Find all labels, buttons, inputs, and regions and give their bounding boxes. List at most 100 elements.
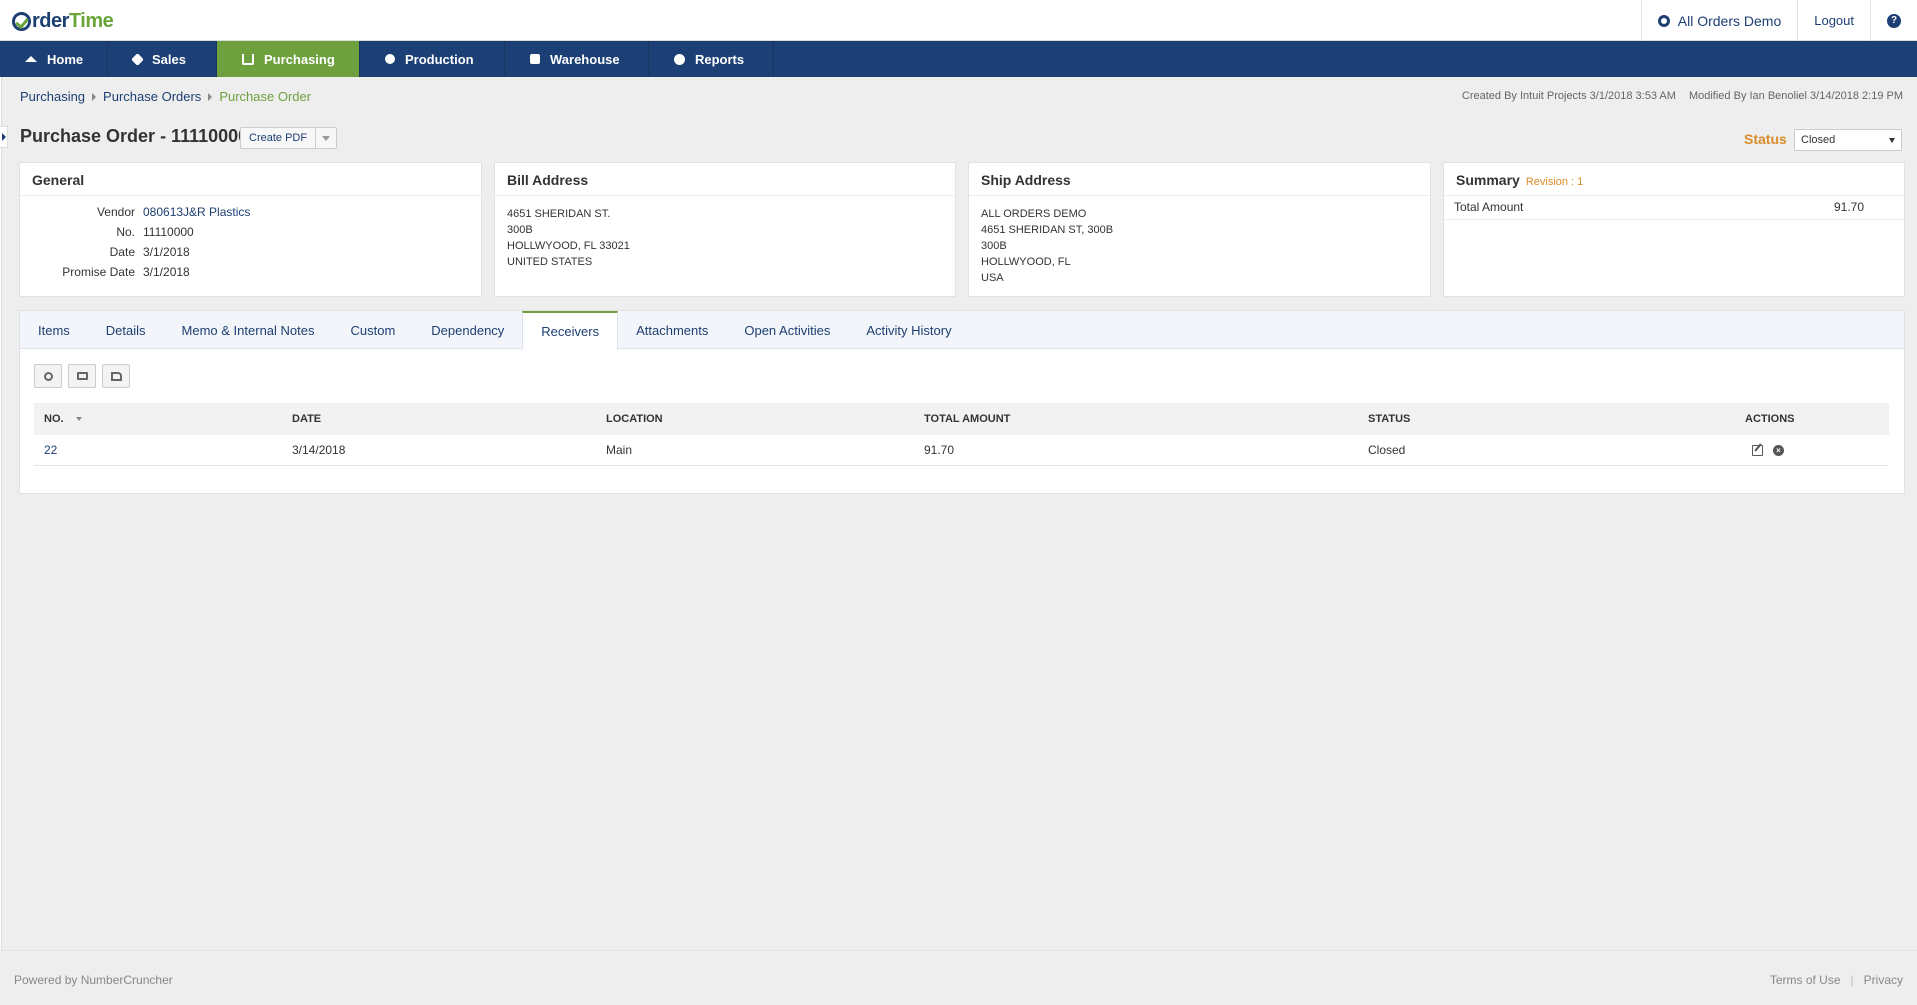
gear-icon (1657, 14, 1670, 27)
nav-reports-label: Reports (695, 51, 745, 67)
table-row: 22 3/14/2018 Main 91.70 Closed × (34, 435, 1889, 466)
col-no[interactable]: NO. (44, 413, 82, 425)
grid-settings-button[interactable] (34, 364, 62, 388)
tab-details[interactable]: Details (88, 311, 164, 349)
col-location[interactable]: LOCATION (606, 413, 663, 425)
ship-address-line: 300B (981, 240, 1007, 252)
tab-custom[interactable]: Custom (333, 311, 414, 349)
receivers-grid: NO. DATE LOCATION TOTAL AMOUNT STATUS AC… (34, 403, 1889, 466)
privacy-link[interactable]: Privacy (1864, 973, 1903, 987)
terms-link[interactable]: Terms of Use (1770, 973, 1841, 987)
summary-heading: Summary Revision : 1 (1444, 163, 1904, 196)
summary-card: Summary Revision : 1 Total Amount 91.70 (1443, 162, 1905, 297)
col-status[interactable]: STATUS (1368, 413, 1410, 425)
ordertime-logo[interactable]: rder Time (12, 10, 114, 33)
grid-print-button[interactable] (68, 364, 96, 388)
nav-sales-label: Sales (152, 51, 186, 67)
bill-address-line: UNITED STATES (507, 256, 593, 268)
page-title: Purchase Order - 11110000 (20, 126, 249, 146)
help-icon: ? (1887, 13, 1901, 28)
nav-production[interactable]: Production (360, 41, 505, 77)
tag-icon (131, 52, 144, 66)
vendor-link[interactable]: 080613J&R Plastics (143, 202, 250, 222)
status-select[interactable]: Closed (1794, 129, 1902, 151)
created-by: Created By Intuit Projects 3/1/2018 3:53… (1461, 90, 1676, 102)
footer-separator: | (1850, 973, 1854, 987)
general-heading: General (20, 163, 481, 196)
summary-title: Summary (1456, 172, 1520, 188)
nav-warehouse-label: Warehouse (550, 51, 620, 67)
status-select-value: Closed (1801, 134, 1836, 146)
date-value: 3/1/2018 (143, 245, 190, 259)
pie-chart-icon (674, 53, 685, 65)
tab-attachments[interactable]: Attachments (618, 311, 726, 349)
chevron-down-icon (322, 135, 331, 141)
logout-link[interactable]: Logout (1797, 0, 1870, 41)
tab-panel: Items Details Memo & Internal Notes Cust… (19, 310, 1905, 494)
general-card: General Vendor 080613J&R Plastics No. 1111… (19, 162, 482, 297)
nav-home[interactable]: Home (0, 41, 108, 77)
ship-address-line: 4651 SHERIDAN ST, 300B (981, 224, 1114, 236)
breadcrumb-purchasing[interactable]: Purchasing (20, 89, 85, 104)
gears-icon (385, 54, 395, 64)
chevron-right-icon (92, 92, 97, 101)
logo-time-text: Time (68, 10, 114, 32)
create-pdf-button[interactable]: Create PDF (241, 128, 317, 148)
tab-dependency[interactable]: Dependency (413, 311, 522, 349)
nav-warehouse[interactable]: Warehouse (505, 41, 649, 77)
nav-sales[interactable]: Sales (108, 41, 217, 77)
nav-home-label: Home (47, 51, 84, 67)
nav-purchasing[interactable]: Purchasing (217, 41, 360, 77)
receiver-date: 3/14/2018 (292, 443, 346, 457)
grid-export-button[interactable] (102, 364, 130, 388)
delete-icon[interactable]: × (1773, 444, 1784, 456)
col-actions: ACTIONS (1745, 413, 1795, 425)
tab-items[interactable]: Items (20, 311, 88, 349)
ship-address-line: HOLLWYOOD, FL (981, 256, 1071, 268)
tab-memo-internal-notes[interactable]: Memo & Internal Notes (164, 311, 333, 349)
ship-address-body: ALL ORDERS DEMO 4651 SHERIDAN ST, 300B 3… (969, 196, 1430, 292)
cart-icon (242, 53, 254, 65)
ship-address-line: ALL ORDERS DEMO (981, 208, 1087, 220)
logo-check-icon (12, 12, 31, 31)
total-amount-value: 91.70 (1833, 200, 1864, 214)
promise-date-value: 3/1/2018 (143, 265, 190, 279)
logo-order-text: rder (32, 10, 69, 32)
export-icon (110, 371, 122, 381)
date-label: Date (109, 245, 135, 259)
total-amount-label: Total Amount (1454, 200, 1524, 214)
modified-by: Modified By Ian Benoliel 3/14/2018 2:19 … (1688, 90, 1903, 102)
edit-icon[interactable] (1752, 444, 1763, 456)
grid-header: NO. DATE LOCATION TOTAL AMOUNT STATUS AC… (34, 403, 1889, 435)
create-pdf-dropdown[interactable] (316, 128, 336, 148)
main-nav: Home Sales Purchasing Production Warehou… (0, 41, 1917, 77)
ship-address-heading: Ship Address (969, 163, 1430, 196)
breadcrumb-current: Purchase Order (219, 89, 312, 104)
receiver-status: Closed (1368, 443, 1406, 457)
col-total-amount[interactable]: TOTAL AMOUNT (924, 413, 1010, 425)
bill-address-body: 4651 SHERIDAN ST. 300B HOLLWYOOD, FL 330… (495, 196, 955, 276)
bill-address-card: Bill Address 4651 SHERIDAN ST. 300B HOLL… (494, 162, 956, 297)
summary-total-row: Total Amount 91.70 (1444, 196, 1904, 220)
col-date[interactable]: DATE (292, 413, 321, 425)
help-button[interactable]: ? (1870, 0, 1917, 41)
create-pdf-split-button: Create PDF (240, 127, 338, 149)
receiver-no-link[interactable]: 22 (44, 443, 57, 457)
breadcrumb-purchase-orders[interactable]: Purchase Orders (103, 89, 201, 104)
receiver-location: Main (606, 443, 633, 457)
top-right-menu: All Orders Demo Logout ? (1640, 0, 1917, 41)
company-switcher[interactable]: All Orders Demo (1640, 0, 1797, 41)
print-icon (76, 372, 88, 380)
sidebar-toggle[interactable] (0, 126, 8, 148)
row-actions: × (1752, 444, 1784, 456)
nav-reports[interactable]: Reports (649, 41, 774, 77)
tab-open-activities[interactable]: Open Activities (726, 311, 848, 349)
audit-meta: Created By Intuit Projects 3/1/2018 3:53… (1462, 90, 1903, 102)
company-name: All Orders Demo (1677, 12, 1782, 29)
chevron-down-icon (1889, 138, 1895, 143)
powered-by: Powered by NumberCruncher (14, 973, 173, 987)
general-body: Vendor 080613J&R Plastics No. 11110000 Dat… (20, 196, 481, 288)
tab-receivers[interactable]: Receivers (522, 311, 619, 350)
tab-activity-history[interactable]: Activity History (848, 311, 969, 349)
status-label: Status (1744, 131, 1787, 147)
